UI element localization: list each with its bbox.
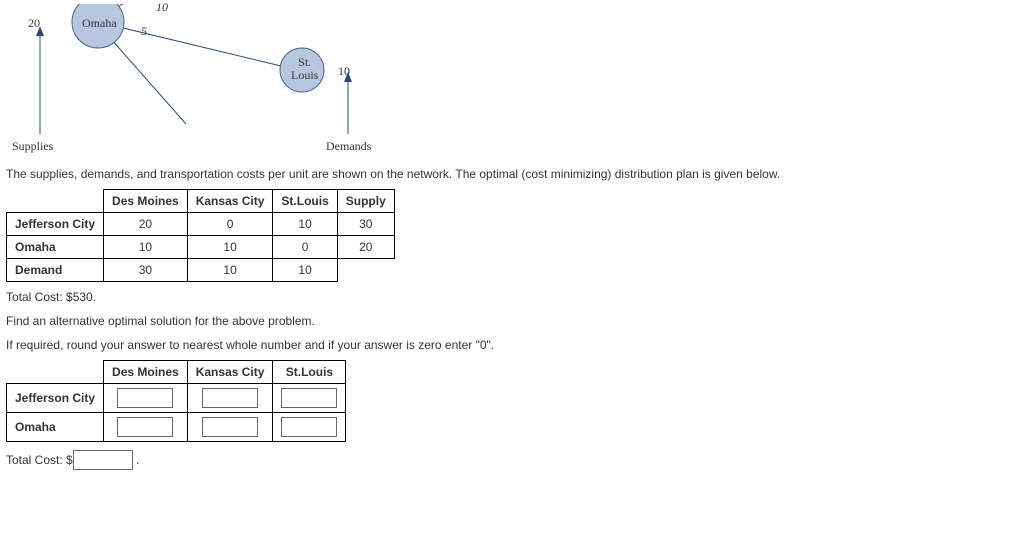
- total-cost-given: Total Cost: $530.: [6, 288, 1012, 306]
- prompt-2: If required, round your answer to neares…: [6, 336, 1012, 354]
- answer-input-om-dm[interactable]: [117, 417, 173, 437]
- period: .: [136, 453, 139, 467]
- table-row: Omaha: [7, 413, 346, 442]
- col-header: Kansas City: [187, 361, 273, 384]
- col-header: Des Moines: [104, 190, 188, 213]
- answer-input-jc-dm[interactable]: [117, 388, 173, 408]
- table-row: Omaha 10 10 0 20: [7, 236, 395, 259]
- demands-caption: Demands: [326, 139, 371, 154]
- network-diagram: 20 Omaha 10 5 St.Louis 10 Supplies Deman…: [6, 4, 406, 159]
- optimal-table: Des Moines Kansas City St.Louis Supply J…: [6, 189, 395, 282]
- supplies-caption: Supplies: [12, 139, 53, 154]
- intro-text: The supplies, demands, and transportatio…: [6, 165, 1012, 183]
- answer-input-om-sl[interactable]: [281, 417, 337, 437]
- origin-label: Omaha: [82, 16, 117, 31]
- demand-value: 10: [338, 64, 350, 79]
- col-header: Des Moines: [104, 361, 188, 384]
- table-row: Jefferson City 20 0 10 30: [7, 213, 395, 236]
- table-row: Demand 30 10 10: [7, 259, 395, 282]
- total-cost-input[interactable]: [73, 450, 133, 470]
- col-header: St.Louis: [273, 190, 337, 213]
- table-row: Jefferson City: [7, 384, 346, 413]
- col-header: St.Louis: [273, 361, 346, 384]
- answer-input-jc-sl[interactable]: [281, 388, 337, 408]
- answer-input-om-kc[interactable]: [202, 417, 258, 437]
- answer-table: Des Moines Kansas City St.Louis Jefferso…: [6, 360, 346, 442]
- dest-label: St.Louis: [291, 56, 318, 82]
- prompt-1: Find an alternative optimal solution for…: [6, 312, 1012, 330]
- col-header: Kansas City: [187, 190, 273, 213]
- edge-cost-top: 10: [156, 0, 168, 15]
- col-header: Supply: [337, 190, 394, 213]
- answer-input-jc-kc[interactable]: [202, 388, 258, 408]
- supply-value: 20: [28, 16, 40, 31]
- edge-cost-bottom: 5: [141, 24, 147, 39]
- total-cost-label: Total Cost: $: [6, 453, 73, 467]
